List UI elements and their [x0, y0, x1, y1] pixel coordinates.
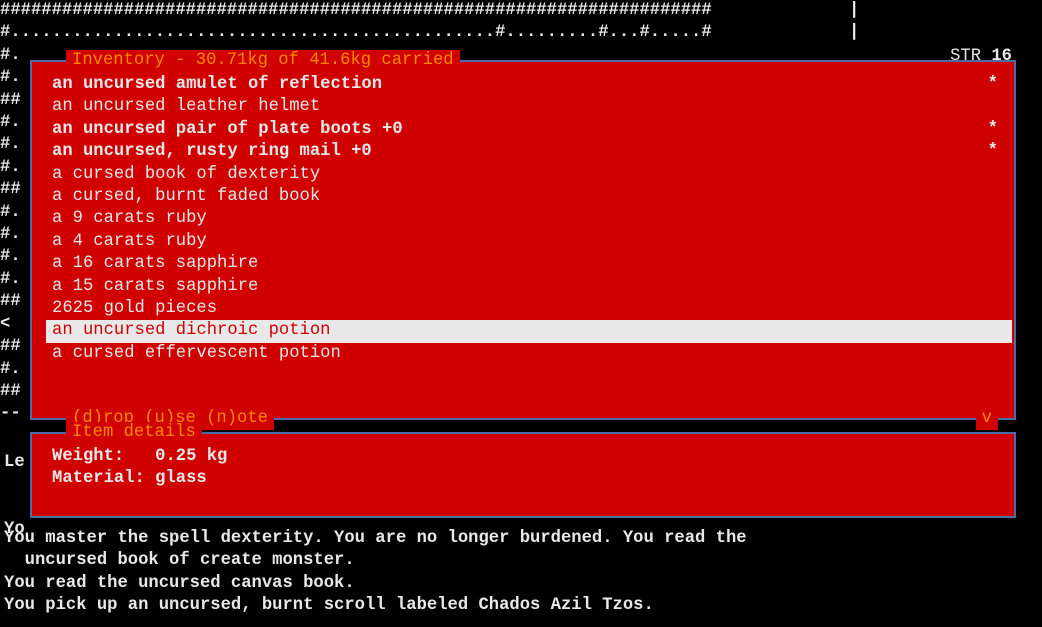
inventory-item-label: an uncursed leather helmet	[52, 97, 320, 116]
inventory-item[interactable]: a cursed, burnt faded book	[52, 186, 1004, 208]
map-vbar: | |	[849, 0, 859, 45]
equipped-marker-icon: *	[988, 141, 998, 163]
item-details-body: Weight: 0.25 kg Material: glass	[52, 446, 227, 491]
inventory-item[interactable]: a 16 carats sapphire	[52, 253, 1004, 275]
inventory-item-label: an uncursed, rusty ring mail +0	[52, 142, 372, 161]
inventory-panel[interactable]: Inventory - 30.71kg of 41.6kg carried an…	[30, 60, 1016, 420]
game-screen: ########################################…	[0, 0, 1042, 627]
message-log: You master the spell dexterity. You are …	[4, 528, 747, 618]
inventory-item-label: a 4 carats ruby	[52, 232, 207, 251]
inventory-item[interactable]: an uncursed pair of plate boots +0 *	[52, 119, 1004, 141]
inventory-item-label: a 16 carats sapphire	[52, 254, 258, 273]
inventory-item[interactable]: an uncursed amulet of reflection *	[52, 74, 1004, 96]
inventory-item-label: a cursed effervescent potion	[52, 344, 341, 363]
inventory-item[interactable]: a 4 carats ruby	[52, 231, 1004, 253]
inventory-item[interactable]: an uncursed dichroic potion	[46, 320, 1012, 342]
inventory-item[interactable]: an uncursed leather helmet	[52, 96, 1004, 118]
equipped-marker-icon: *	[988, 74, 998, 96]
inventory-list[interactable]: an uncursed amulet of reflection*an uncu…	[52, 74, 1004, 404]
inventory-item[interactable]: a cursed book of dexterity	[52, 164, 1004, 186]
inventory-title: Inventory - 30.71kg of 41.6kg carried	[66, 50, 460, 72]
equipped-marker-icon: *	[988, 119, 998, 141]
inventory-item[interactable]: a cursed effervescent potion	[52, 343, 1004, 365]
inventory-item-label: 2625 gold pieces	[52, 299, 217, 318]
inventory-item[interactable]: 2625 gold pieces	[52, 298, 1004, 320]
inventory-item-label: a 9 carats ruby	[52, 209, 207, 228]
inventory-item-label: an uncursed amulet of reflection	[52, 75, 382, 94]
inventory-item-label: a cursed, burnt faded book	[52, 187, 320, 206]
inventory-item[interactable]: an uncursed, rusty ring mail +0 *	[52, 141, 1004, 163]
inventory-item-label: an uncursed dichroic potion	[52, 321, 330, 340]
inventory-item-label: a 15 carats sapphire	[52, 277, 258, 296]
inventory-item[interactable]: a 9 carats ruby	[52, 208, 1004, 230]
item-details-panel: Item details Weight: 0.25 kg Material: g…	[30, 432, 1016, 518]
inventory-item-label: an uncursed pair of plate boots +0	[52, 120, 403, 139]
inventory-item[interactable]: a 15 carats sapphire	[52, 276, 1004, 298]
scroll-down-icon[interactable]: v	[976, 408, 998, 430]
inventory-item-label: a cursed book of dexterity	[52, 165, 320, 184]
item-details-title: Item details	[66, 422, 202, 444]
